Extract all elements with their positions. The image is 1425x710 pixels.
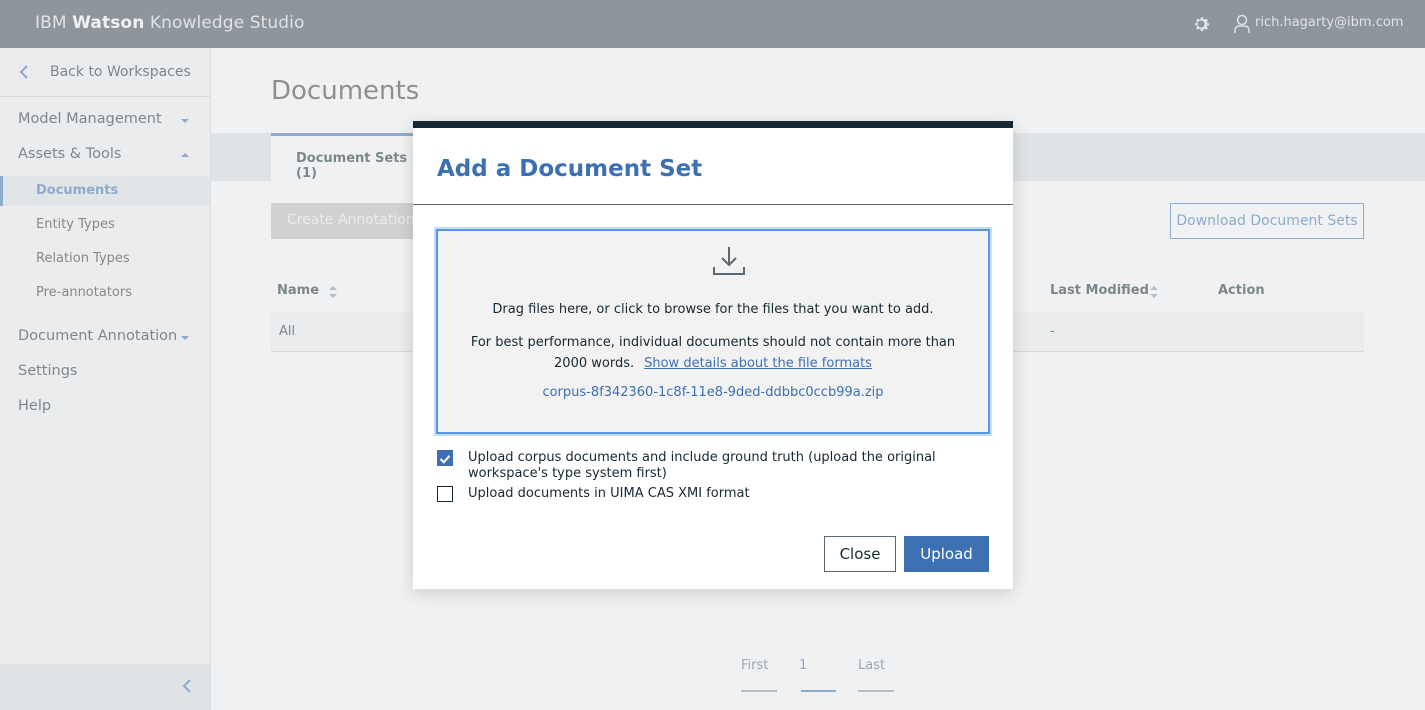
uima-label[interactable]: Upload documents in UIMA CAS XMI format <box>468 486 938 502</box>
ground-truth-checkbox[interactable] <box>437 450 453 466</box>
file-formats-link[interactable]: Show details about the file formats <box>644 356 872 371</box>
modal-title: Add a Document Set <box>437 156 703 182</box>
ground-truth-label[interactable]: Upload corpus documents and include grou… <box>468 450 938 482</box>
add-document-set-modal: Add a Document Set Drag files here, or c… <box>413 121 1013 589</box>
uima-checkbox[interactable] <box>437 486 453 502</box>
selected-file-name: corpus-8f342360-1c8f-11e8-9ded-ddbbc0ccb… <box>542 385 884 400</box>
dropzone-instructions: Drag files here, or click to browse for … <box>492 302 934 317</box>
modal-divider <box>413 204 1013 205</box>
download-icon <box>713 247 745 275</box>
close-button[interactable]: Close <box>824 536 896 572</box>
upload-button[interactable]: Upload <box>904 536 989 572</box>
file-dropzone[interactable]: Drag files here, or click to browse for … <box>436 229 990 434</box>
checkmark-icon <box>439 455 451 464</box>
dropzone-note: For best performance, individual documen… <box>470 335 956 371</box>
